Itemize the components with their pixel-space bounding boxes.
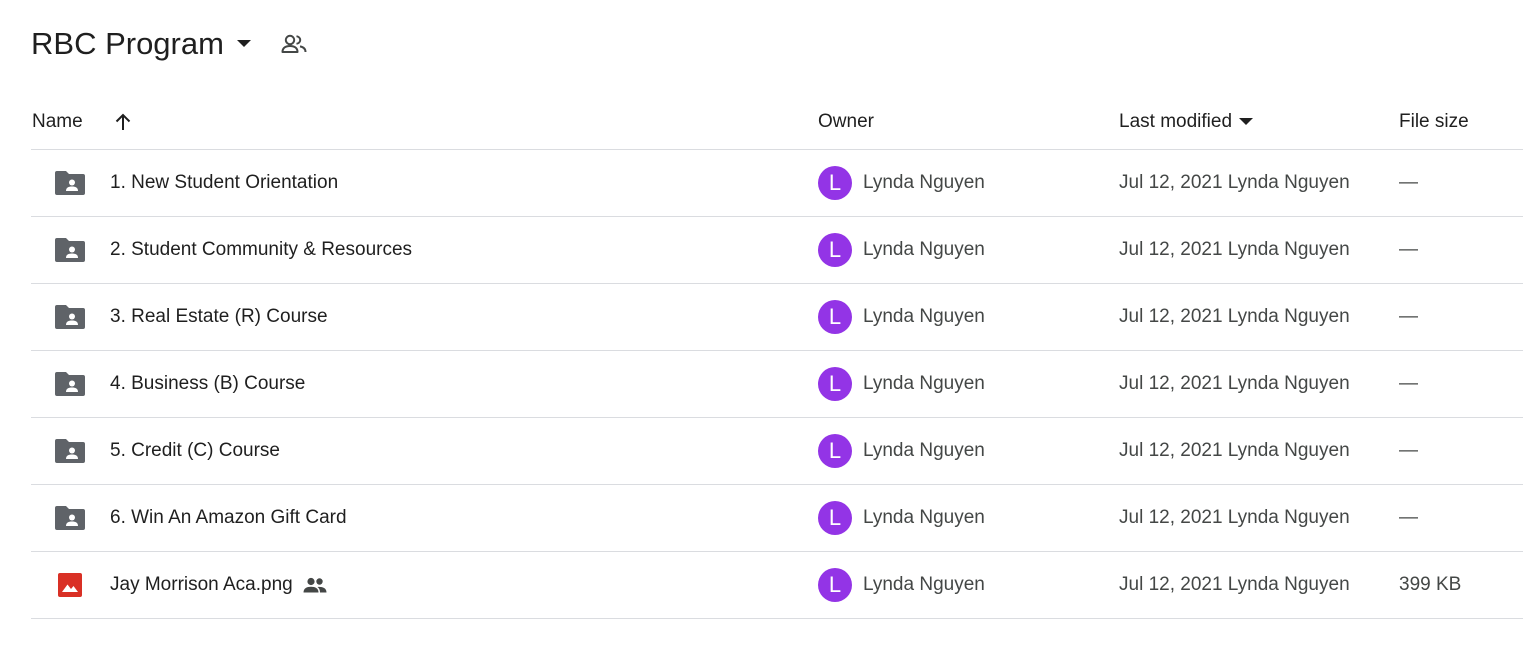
last-modified-cell: Jul 12, 2021 Lynda Nguyen [1119, 373, 1350, 394]
owner-name: Lynda Nguyen [863, 172, 985, 193]
caret-down-icon[interactable] [230, 30, 258, 58]
last-modified-cell: Jul 12, 2021 Lynda Nguyen [1119, 574, 1350, 595]
column-header-file-size[interactable]: File size [1399, 94, 1469, 149]
owner-name: Lynda Nguyen [863, 574, 985, 595]
file-name-label: 5. Credit (C) Course [110, 440, 280, 461]
file-name[interactable]: 4. Business (B) Course [110, 351, 305, 417]
file-size-cell: 399 KB [1399, 574, 1462, 595]
file-row[interactable]: 5. Credit (C) Course L Lynda Nguyen Jul 12,… [31, 418, 1523, 485]
owner-cell: L Lynda Nguyen [818, 150, 985, 216]
file-name-label: Jay Morrison Aca.png [110, 574, 293, 595]
file-name-label: 3. Real Estate (R) Course [110, 306, 328, 327]
shared-folder-icon [55, 351, 85, 417]
file-name-label: 1. New Student Orientation [110, 172, 339, 193]
owner-name: Lynda Nguyen [863, 306, 985, 327]
avatar[interactable]: L [818, 501, 852, 535]
file-size-cell: — [1399, 507, 1418, 528]
file-name[interactable]: 3. Real Estate (R) Course [110, 284, 328, 350]
last-modified-label: Last modified [1119, 110, 1233, 132]
file-size-cell: — [1399, 373, 1418, 394]
file-name-label: 2. Student Community & Resources [110, 239, 413, 260]
file-name-label: 6. Win An Amazon Gift Card [110, 507, 347, 528]
caret-down-icon [1239, 117, 1254, 126]
avatar[interactable]: L [818, 434, 852, 468]
file-row[interactable]: 4. Business (B) Course L Lynda Nguyen Jul 1… [31, 351, 1523, 418]
owner-cell: L Lynda Nguyen [818, 351, 985, 417]
file-row[interactable]: 1. New Student Orientation L Lynda Nguyen J… [31, 150, 1523, 217]
last-modified-cell: Jul 12, 2021 Lynda Nguyen [1119, 440, 1350, 461]
last-modified-cell: Jul 12, 2021 Lynda Nguyen [1119, 172, 1350, 193]
file-size-cell: — [1399, 306, 1418, 327]
owner-cell: L Lynda Nguyen [818, 284, 985, 350]
shared-folder-icon [55, 150, 85, 216]
file-size-cell: — [1399, 239, 1418, 260]
arrow-up-icon[interactable] [115, 94, 139, 149]
file-list: Name Owner Last modified File size 1. Ne… [31, 94, 1523, 619]
last-modified-cell: Jul 12, 2021 Lynda Nguyen [1119, 239, 1350, 260]
file-name[interactable]: 5. Credit (C) Course [110, 418, 280, 484]
shared-folder-icon [55, 284, 85, 350]
avatar[interactable]: L [818, 166, 852, 200]
file-size-cell: — [1399, 172, 1418, 193]
shared-people-icon [303, 577, 327, 593]
avatar[interactable]: L [818, 233, 852, 267]
file-name[interactable]: 1. New Student Orientation [110, 150, 338, 216]
owner-name: Lynda Nguyen [863, 373, 985, 394]
image-file-icon [55, 552, 85, 618]
avatar[interactable]: L [818, 367, 852, 401]
file-size-cell: — [1399, 440, 1418, 461]
file-row[interactable]: 2. Student Community & Resources L Lynda N… [31, 217, 1523, 284]
file-name[interactable]: Jay Morrison Aca.png [110, 552, 327, 618]
shared-folder-icon [55, 217, 85, 283]
people-outline-icon[interactable] [274, 24, 314, 64]
file-list-header: Name Owner Last modified File size [31, 94, 1523, 150]
avatar[interactable]: L [818, 568, 852, 602]
owner-name: Lynda Nguyen [863, 440, 985, 461]
file-row[interactable]: Jay Morrison Aca.png L Lynda Nguyen Jul 12,… [31, 552, 1523, 619]
file-name-label: 4. Business (B) Course [110, 373, 306, 394]
file-row[interactable]: 3. Real Estate (R) Course L Lynda Nguyen Ju… [31, 284, 1523, 351]
shared-folder-icon [55, 418, 85, 484]
shared-folder-icon [55, 485, 85, 551]
column-header-last-modified[interactable]: Last modified [1119, 94, 1254, 149]
owner-cell: L Lynda Nguyen [818, 217, 985, 283]
owner-cell: L Lynda Nguyen [818, 485, 985, 551]
avatar[interactable]: L [818, 300, 852, 334]
column-header-owner[interactable]: Owner [818, 94, 874, 149]
owner-name: Lynda Nguyen [863, 507, 985, 528]
file-name[interactable]: 6. Win An Amazon Gift Card [110, 485, 347, 551]
folder-header: RBC Program [31, 22, 314, 66]
column-header-name[interactable]: Name [32, 94, 83, 149]
owner-cell: L Lynda Nguyen [818, 418, 985, 484]
owner-cell: L Lynda Nguyen [818, 552, 985, 618]
folder-title[interactable]: RBC Program [31, 22, 224, 66]
last-modified-cell: Jul 12, 2021 Lynda Nguyen [1119, 507, 1350, 528]
file-name[interactable]: 2. Student Community & Resources [110, 217, 412, 283]
drive-folder-view: RBC Program Name Owner Last modified Fil… [0, 0, 1523, 662]
owner-name: Lynda Nguyen [863, 239, 985, 260]
file-rows: 1. New Student Orientation L Lynda Nguyen J… [31, 150, 1523, 619]
file-row[interactable]: 6. Win An Amazon Gift Card L Lynda Nguyen J… [31, 485, 1523, 552]
last-modified-cell: Jul 12, 2021 Lynda Nguyen [1119, 306, 1350, 327]
